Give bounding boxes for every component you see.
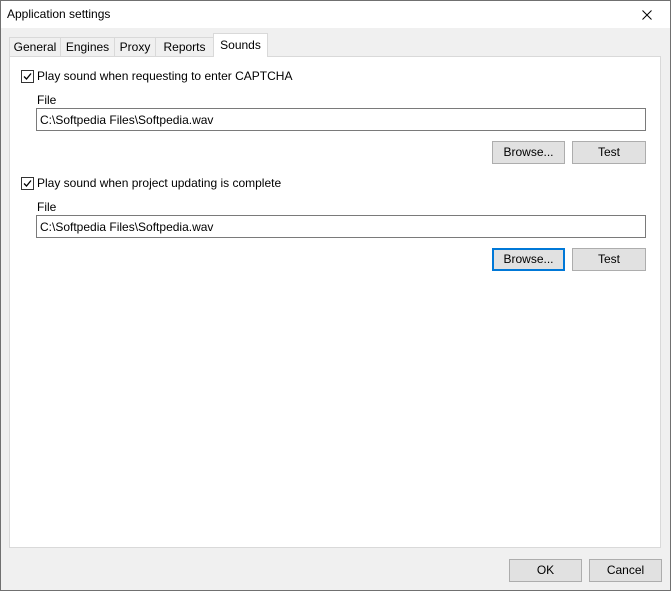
settings-window: Application settings General Engines Pro… (0, 0, 671, 591)
captcha-sound-label: Play sound when requesting to enter CAPT… (37, 69, 293, 83)
tab-sounds[interactable]: Sounds (213, 33, 268, 57)
captcha-file-input[interactable] (36, 108, 646, 131)
title-bar: Application settings (1, 1, 670, 28)
project-complete-file-input[interactable] (36, 215, 646, 238)
tab-engines[interactable]: Engines (60, 37, 115, 56)
captcha-test-button[interactable]: Test (572, 141, 646, 164)
ok-button[interactable]: OK (509, 559, 582, 582)
sounds-panel: Play sound when requesting to enter CAPT… (9, 56, 661, 548)
captcha-browse-button[interactable]: Browse... (492, 141, 565, 164)
project-complete-test-button[interactable]: Test (572, 248, 646, 271)
tab-reports[interactable]: Reports (155, 37, 214, 56)
project-complete-file-label: File (37, 200, 57, 214)
cancel-button[interactable]: Cancel (589, 559, 662, 582)
captcha-file-label: File (37, 93, 57, 107)
project-complete-sound-checkbox[interactable] (21, 176, 34, 190)
tab-general[interactable]: General (9, 37, 61, 56)
project-complete-browse-button[interactable]: Browse... (492, 248, 565, 271)
project-complete-sound-option[interactable]: Play sound when project updating is comp… (21, 176, 281, 190)
checkmark-icon (23, 179, 32, 187)
checkmark-icon (23, 72, 32, 80)
close-button[interactable] (624, 1, 670, 28)
project-complete-sound-label: Play sound when project updating is comp… (37, 176, 282, 190)
captcha-sound-option[interactable]: Play sound when requesting to enter CAPT… (21, 69, 292, 83)
close-icon (642, 9, 652, 20)
window-title: Application settings (7, 7, 111, 21)
tab-proxy[interactable]: Proxy (114, 37, 156, 56)
captcha-sound-checkbox[interactable] (21, 69, 34, 83)
